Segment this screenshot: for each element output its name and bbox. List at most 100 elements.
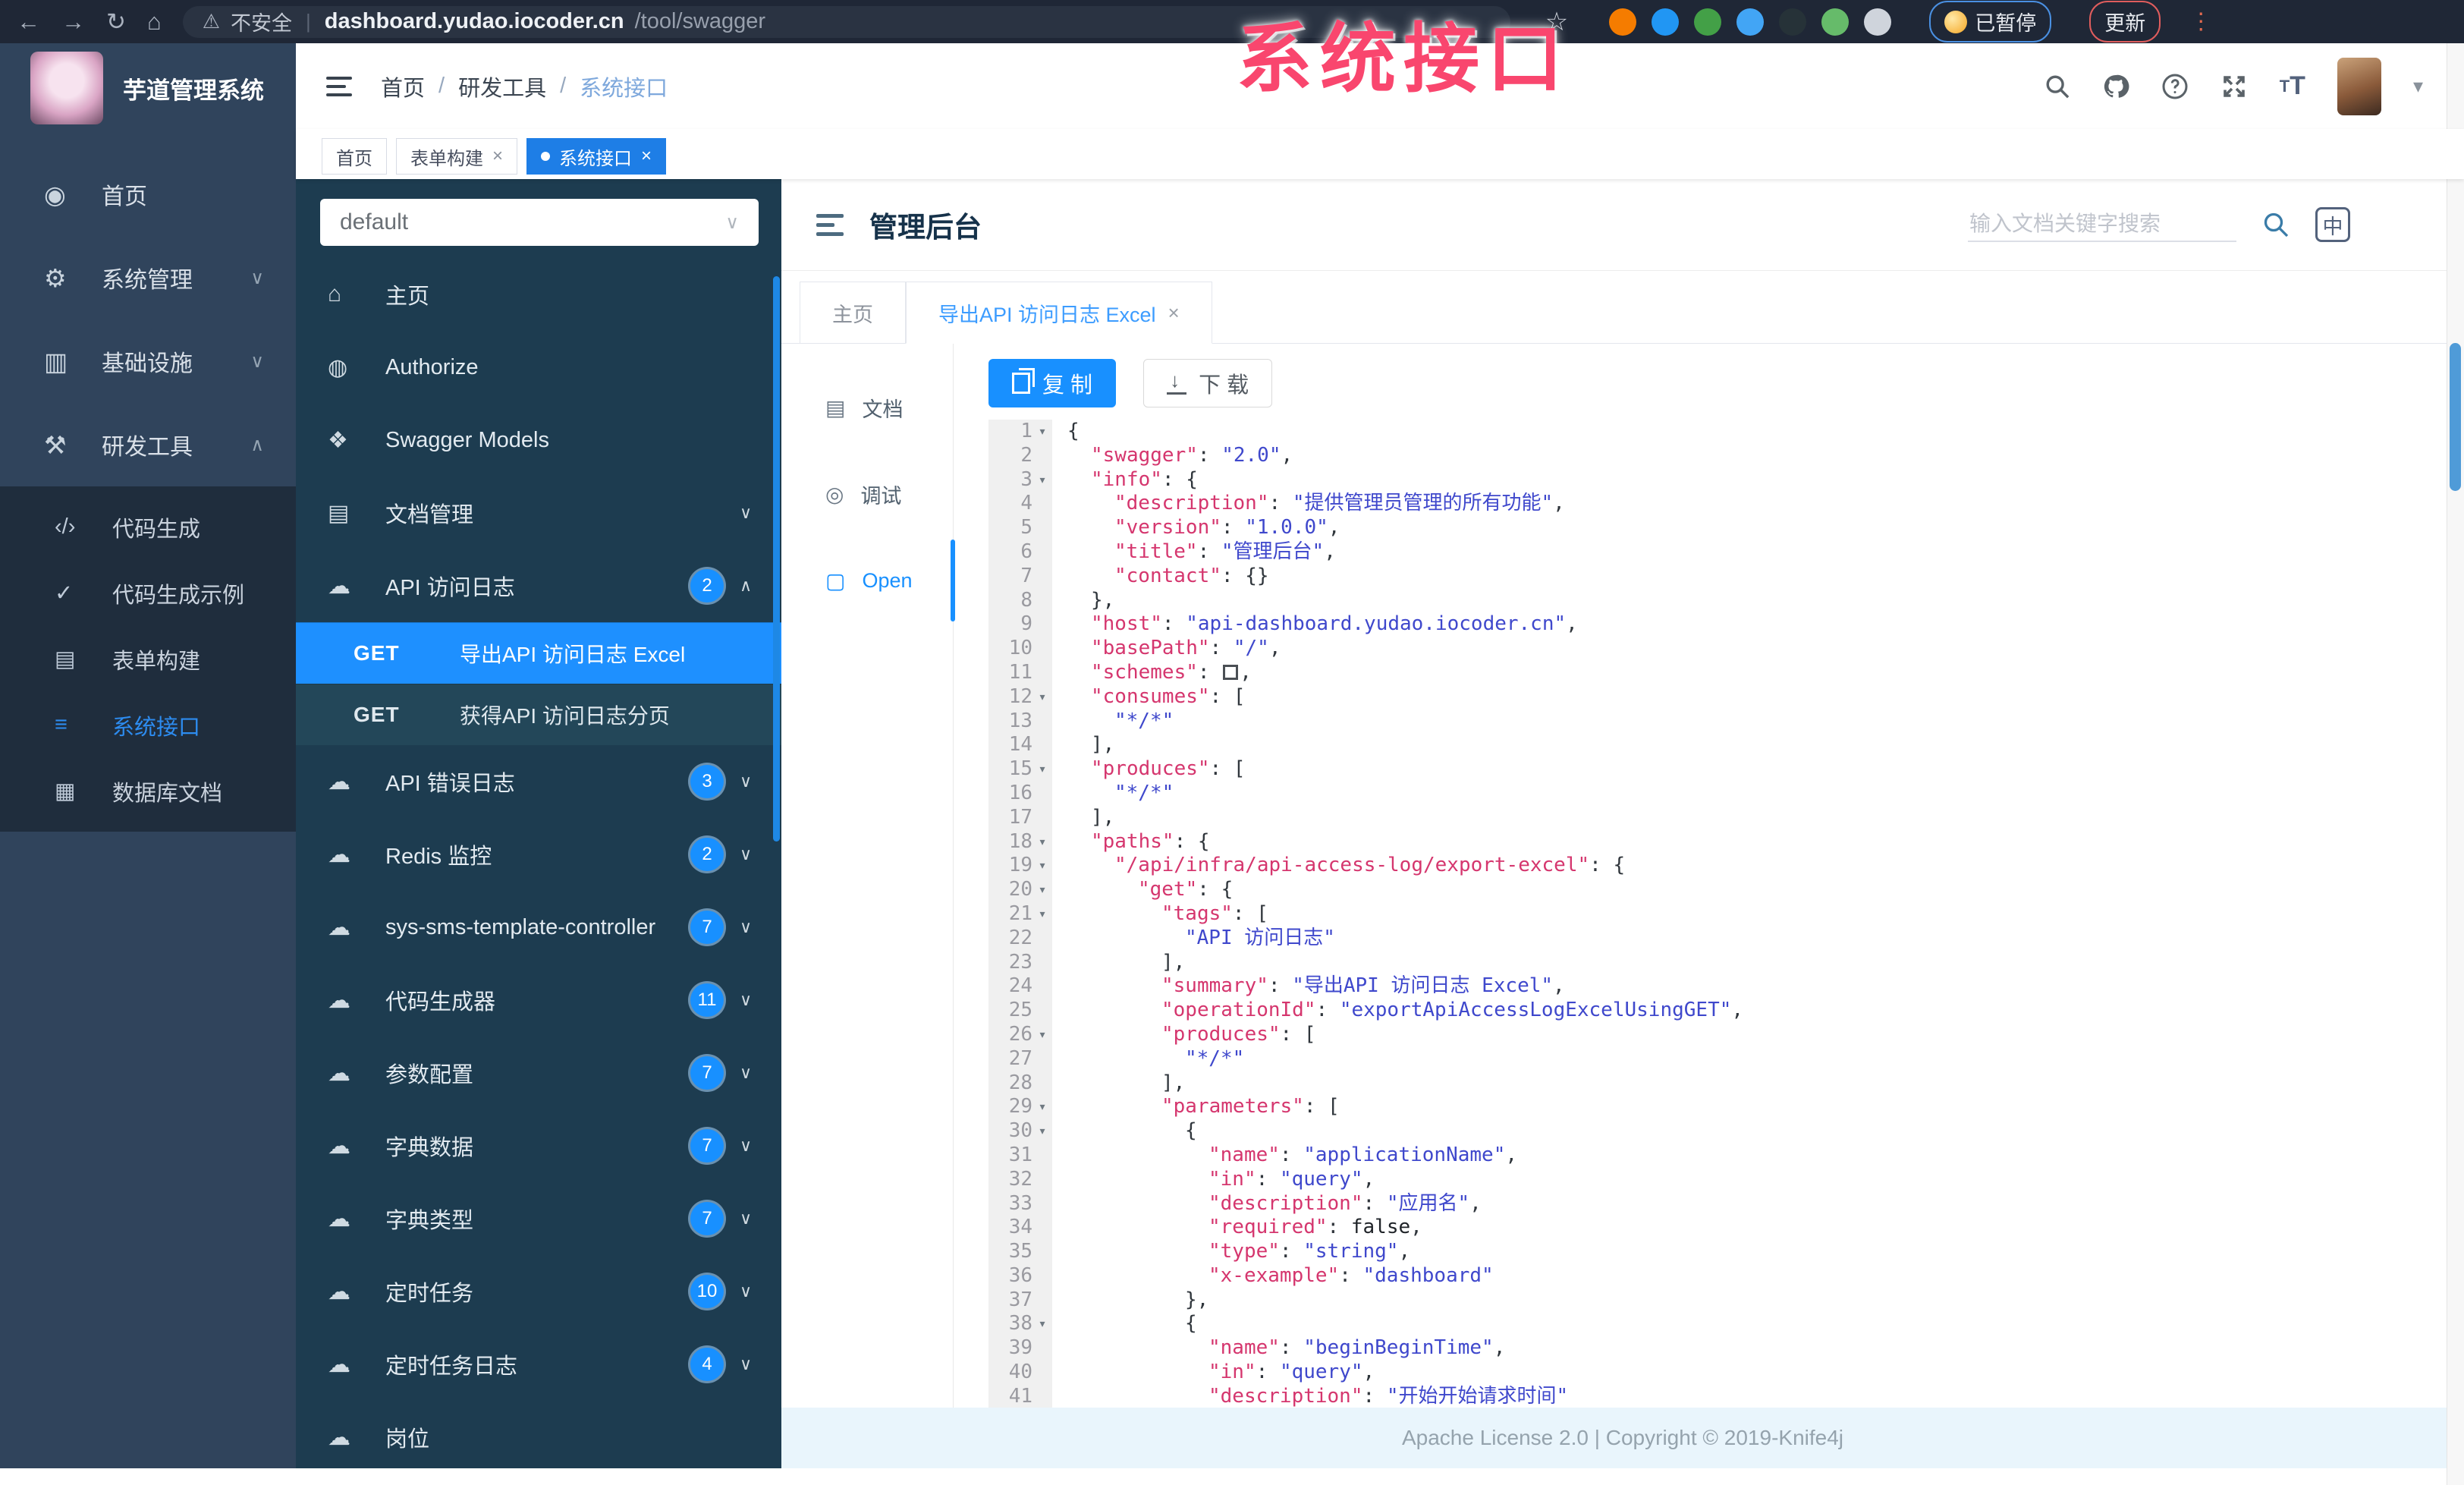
fold-icon[interactable]: ▾ — [1032, 1119, 1052, 1144]
reload-icon[interactable]: ↻ — [106, 10, 126, 33]
hamburger-icon[interactable] — [326, 76, 352, 96]
swagger-group-9[interactable]: ☁ 岗位 — [296, 1401, 781, 1468]
close-icon[interactable]: × — [492, 146, 503, 167]
code-editor[interactable]: 1 ▾ 2 3 ▾ 4 5 6 7 8 9 10 11 12 ▾ 13 14 15 ▾ 16 17 18 ▾ 19 ▾ 20 ▾ 21… — [988, 420, 2464, 1408]
font-size-icon[interactable]: TT — [2280, 71, 2305, 101]
swagger-group-1[interactable]: ☁ Redis 监控 2 ∨ — [296, 818, 781, 891]
tag-2[interactable]: 系统接口 × — [526, 138, 667, 175]
sidebar-item-3[interactable]: ⚒ 研发工具 ∧ — [0, 403, 296, 486]
tag-1[interactable]: 表单构建 × — [396, 138, 518, 175]
extension-blue-drop[interactable] — [1652, 8, 1680, 36]
address-bar[interactable]: ⚠ 不安全 | dashboard.yudao.iocoder.cn /tool… — [182, 5, 1510, 38]
doc-tab-0[interactable]: 主页 — [800, 282, 906, 344]
swagger-group-6[interactable]: ☁ 字典类型 7 ∨ — [296, 1182, 781, 1255]
github-icon[interactable] — [2102, 73, 2129, 100]
fold-icon[interactable]: ▾ — [1032, 420, 1052, 444]
code-line: "API 访问日志" — [1057, 927, 2464, 951]
download-button[interactable]: 下 载 — [1143, 359, 1273, 407]
group-select[interactable]: default ∨ — [320, 199, 759, 246]
submenu-item-2[interactable]: ▤ 表单构建 — [0, 626, 296, 692]
help-icon[interactable] — [2161, 73, 2189, 100]
chevron-down-icon[interactable]: ∨ — [736, 917, 756, 937]
language-icon[interactable]: 中 — [2315, 207, 2350, 242]
fold-icon[interactable]: ▾ — [1032, 468, 1052, 492]
back-icon[interactable]: ← — [17, 10, 40, 33]
menu-fold-icon[interactable] — [816, 213, 844, 236]
chevron-down-icon[interactable]: ∨ — [736, 1209, 756, 1229]
doc-search-icon[interactable] — [2262, 211, 2290, 238]
chevron-down-icon[interactable]: ∨ — [736, 1282, 756, 1301]
swagger-group-0[interactable]: ☁ API 错误日志 3 ∨ — [296, 745, 781, 818]
swagger-group-5[interactable]: ☁ 字典数据 7 ∨ — [296, 1109, 781, 1182]
submenu-item-4[interactable]: ▦ 数据库文档 — [0, 758, 296, 824]
logo-row[interactable]: 芋道管理系统 — [0, 43, 296, 130]
api-operation-1[interactable]: GET 获得API 访问日志分页 — [296, 684, 781, 745]
chevron-down-icon[interactable]: ∨ — [736, 990, 756, 1010]
browser-update-button[interactable]: 更新 — [2089, 1, 2161, 42]
page-scrollbar-thumb[interactable] — [2450, 343, 2461, 491]
sidebar-item-0[interactable]: ◉ 首页 — [0, 153, 296, 236]
sidebar-item-2[interactable]: ▥ 基础设施 ∨ — [0, 319, 296, 403]
sidebar-scrollbar-thumb[interactable] — [773, 276, 780, 842]
home-icon[interactable]: ⌂ — [147, 10, 162, 33]
doc-search-input[interactable] — [1968, 207, 2236, 242]
fold-icon[interactable]: ▾ — [1032, 1023, 1052, 1047]
browser-menu-icon[interactable]: ⋮ — [2189, 8, 2212, 35]
swagger-item-1[interactable]: ◍ Authorize — [296, 331, 781, 404]
chevron-down-icon[interactable]: ∨ — [736, 772, 756, 791]
extension-green-leaf[interactable] — [1821, 8, 1850, 36]
doc-side-item-2[interactable]: ▢ Open — [781, 540, 955, 621]
swagger-group-7[interactable]: ☁ 定时任务 10 ∨ — [296, 1255, 781, 1328]
fold-icon[interactable]: ▾ — [1032, 878, 1052, 902]
chevron-down-icon[interactable]: ∨ — [736, 1063, 756, 1083]
fold-icon[interactable]: ▾ — [1032, 757, 1052, 782]
forward-icon[interactable]: → — [61, 10, 85, 33]
fold-icon[interactable]: ▾ — [1032, 854, 1052, 878]
user-avatar[interactable] — [2337, 57, 2381, 115]
swagger-item-3[interactable]: ▤ 文档管理 ∨ — [296, 477, 781, 549]
doc-side-item-1[interactable]: ◎ 调试 — [781, 470, 953, 518]
avatar-caret-icon[interactable]: ▾ — [2413, 74, 2423, 98]
chevron-down-icon[interactable]: ∨ — [736, 1354, 756, 1374]
doc-side-item-0[interactable]: ▤ 文档 — [781, 383, 953, 432]
fold-icon[interactable]: ▾ — [1032, 830, 1052, 854]
api-operation-0[interactable]: GET 导出API 访问日志 Excel — [296, 622, 781, 684]
swagger-item-2[interactable]: ❖ Swagger Models — [296, 404, 781, 477]
submenu-item-0[interactable]: ‹/› 代码生成 — [0, 494, 296, 560]
extension-light-paw[interactable] — [1864, 8, 1892, 36]
submenu-item-3[interactable]: ≡ 系统接口 — [0, 692, 296, 758]
chevron-up-icon[interactable]: ∧ — [736, 576, 756, 596]
fold-icon[interactable]: ▾ — [1032, 902, 1052, 927]
fold-icon[interactable]: ▾ — [1032, 1095, 1052, 1119]
chevron-down-icon[interactable]: ∨ — [736, 503, 756, 523]
extension-orange[interactable] — [1609, 8, 1637, 36]
search-icon[interactable] — [2044, 74, 2070, 99]
swagger-group-4[interactable]: ☁ 参数配置 7 ∨ — [296, 1037, 781, 1109]
bookmark-star-icon[interactable]: ☆ — [1545, 7, 1568, 37]
close-icon[interactable]: × — [641, 146, 652, 167]
swagger-group-2[interactable]: ☁ sys-sms-template-controller 7 ∨ — [296, 891, 781, 964]
swagger-item-4[interactable]: ☁ API 访问日志 2 ∧ — [296, 549, 781, 622]
fold-icon[interactable]: ▾ — [1032, 685, 1052, 709]
swagger-item-0[interactable]: ⌂ 主页 — [296, 258, 781, 331]
doc-tab-1[interactable]: 导出API 访问日志 Excel × — [906, 282, 1212, 344]
copy-button[interactable]: 复 制 — [988, 359, 1117, 407]
extension-green-circle[interactable] — [1694, 8, 1722, 36]
extension-blue-grid[interactable] — [1736, 8, 1765, 36]
extension-dark-gm[interactable] — [1779, 8, 1807, 36]
close-icon[interactable]: × — [1168, 301, 1180, 325]
breadcrumb-item[interactable]: 首页 — [381, 71, 425, 102]
swagger-group-3[interactable]: ☁ 代码生成器 11 ∨ — [296, 964, 781, 1037]
tag-0[interactable]: 首页 — [322, 138, 387, 175]
submenu-item-1[interactable]: ✓ 代码生成示例 — [0, 560, 296, 626]
page-scrollbar[interactable] — [2447, 43, 2464, 1485]
fullscreen-icon[interactable] — [2220, 73, 2248, 100]
paused-extension-button[interactable]: 已暂停 — [1929, 1, 2052, 42]
sidebar-item-1[interactable]: ⚙ 系统管理 ∨ — [0, 236, 296, 319]
chevron-down-icon[interactable]: ∨ — [736, 1136, 756, 1156]
json-key: "basePath" — [1091, 637, 1210, 660]
fold-icon[interactable]: ▾ — [1032, 1312, 1052, 1336]
chevron-down-icon[interactable]: ∨ — [736, 845, 756, 864]
swagger-group-8[interactable]: ☁ 定时任务日志 4 ∨ — [296, 1328, 781, 1401]
breadcrumb-item[interactable]: 研发工具 — [458, 71, 546, 102]
